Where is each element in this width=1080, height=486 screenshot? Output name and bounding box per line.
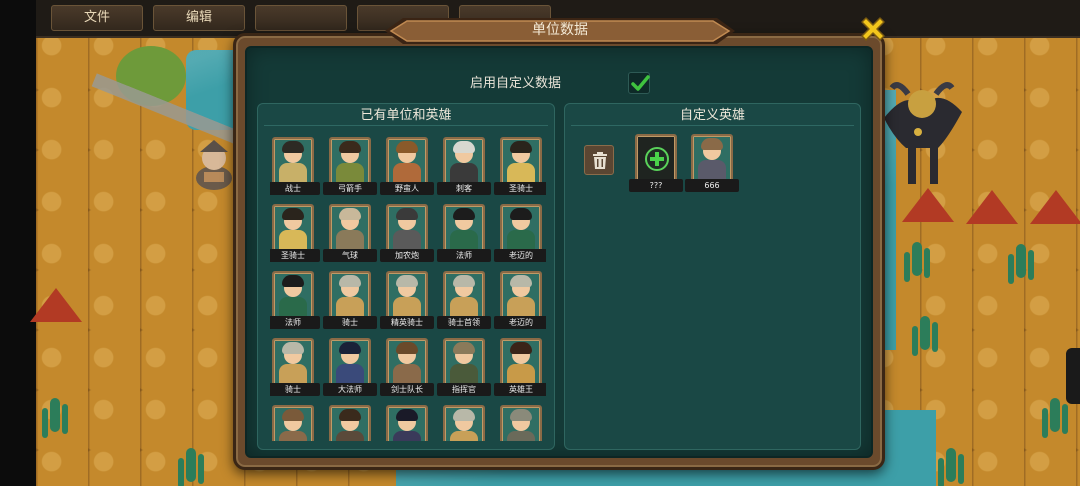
demon-monster-icon[interactable] [878,78,966,188]
unit-portrait [443,338,485,386]
unit-name-label: 骑士 [270,383,320,396]
dialog-title-banner: 单位数据 [385,14,735,48]
custom-hero-card[interactable]: 666 [685,134,739,192]
unit-name-label: 加农炮 [380,249,434,262]
unit-portrait [386,204,428,252]
checkmark-icon [631,75,650,91]
unit-name-label: 法师 [270,316,320,329]
unit-name-label: 剑士队长 [380,383,434,396]
unit-card[interactable]: 刺客 [437,137,491,195]
unit-card[interactable]: 英雄王 [494,338,546,396]
unit-portrait [386,137,428,185]
unit-name-label: 弓箭手 [323,182,377,195]
unit-portrait [386,271,428,319]
unit-card[interactable]: 剑士队长 [380,338,434,396]
unit-name-label: 骑士 [323,316,377,329]
unit-portrait [500,137,542,185]
unit-card[interactable]: 野蛮人 [380,137,434,195]
unit-portrait [500,271,542,319]
enable-custom-data-checkbox[interactable] [628,72,650,94]
unit-name-label: 老迈的 [494,249,546,262]
unit-card[interactable]: 法师 [270,271,320,329]
unit-card[interactable] [386,405,428,441]
enable-custom-data-label: 启用自定义数据 [470,76,562,91]
existing-units-grid[interactable]: 战士 弓箭手 野蛮人 刺客 圣骑士 圣骑士 气球 加农炮 法师 老迈的 法师 骑士 精英骑士 骑士首领 老迈… [270,135,546,441]
unit-portrait [635,134,677,182]
unit-name-label: 圣骑士 [270,249,320,262]
unit-card[interactable] [272,405,314,441]
add-hero-icon [645,147,669,171]
unit-card[interactable]: 老迈的 [494,204,546,262]
unit-card[interactable]: 气球 [323,204,377,262]
unit-portrait [443,271,485,319]
unit-card[interactable]: 弓箭手 [323,137,377,195]
unit-portrait [272,137,314,185]
delete-hero-button[interactable] [584,145,614,175]
unit-portrait [500,405,542,441]
unit-card[interactable]: 法师 [437,204,491,262]
unit-name-label: 法师 [437,249,491,262]
unit-card[interactable] [500,405,542,441]
menu-edit-button[interactable]: 编辑 [153,5,245,31]
unit-name-label: 精英骑士 [380,316,434,329]
add-hero-card[interactable]: ??? [629,134,683,192]
unit-name-label: 大法师 [323,383,377,396]
unit-card[interactable]: 老迈的 [494,271,546,329]
unit-card[interactable]: 战士 [270,137,320,195]
menu-button-3[interactable] [255,5,347,31]
unit-portrait [272,271,314,319]
unit-portrait [272,338,314,386]
close-icon[interactable] [857,13,889,45]
unit-name-label: 老迈的 [494,316,546,329]
unit-name-label: 骑士首领 [437,316,491,329]
unit-portrait [386,405,428,441]
unit-card[interactable]: 骑士首领 [437,271,491,329]
unit-portrait [500,204,542,252]
unit-card[interactable]: 骑士 [270,338,320,396]
unit-card[interactable]: 圣骑士 [270,204,320,262]
unit-name-label: 气球 [323,249,377,262]
side-drawer-handle[interactable] [1066,348,1080,404]
unit-portrait [500,338,542,386]
unit-portrait [443,204,485,252]
unit-portrait [443,405,485,441]
unit-card[interactable]: 指挥官 [437,338,491,396]
unit-card[interactable] [329,405,371,441]
unit-portrait [272,204,314,252]
unit-portrait [386,338,428,386]
menu-file-button[interactable]: 文件 [51,5,143,31]
unit-portrait [329,338,371,386]
unit-portrait [443,137,485,185]
unit-portrait [329,271,371,319]
unit-portrait [329,405,371,441]
unit-name-label: 指挥官 [437,383,491,396]
unit-card[interactable]: 骑士 [323,271,377,329]
unit-name-label: 666 [685,179,739,192]
unit-name-label: 野蛮人 [380,182,434,195]
unit-card[interactable] [443,405,485,441]
unit-name-label: 圣骑士 [494,182,546,195]
unit-card[interactable]: 圣骑士 [494,137,546,195]
unit-card[interactable]: 大法师 [323,338,377,396]
unit-portrait [329,137,371,185]
trash-icon [593,152,607,169]
unit-card[interactable]: 加农炮 [380,204,434,262]
unit-name-label: 英雄王 [494,383,546,396]
unit-name-label: 战士 [270,182,320,195]
existing-units-title: 已有单位和英雄 [264,106,548,126]
unit-name-label: 刺客 [437,182,491,195]
unit-portrait [272,405,314,441]
peasant-unit-icon[interactable] [190,138,238,194]
unit-name-label: ??? [629,179,683,192]
custom-heroes-title: 自定义英雄 [571,106,854,126]
unit-card[interactable]: 精英骑士 [380,271,434,329]
existing-units-panel: 已有单位和英雄 战士 弓箭手 野蛮人 刺客 圣骑士 圣骑士 气球 加农炮 法师 老迈的 法师 骑士 精英… [257,103,555,450]
unit-portrait [691,134,733,182]
unit-portrait [329,204,371,252]
dialog-title: 单位数据 [532,22,588,38]
